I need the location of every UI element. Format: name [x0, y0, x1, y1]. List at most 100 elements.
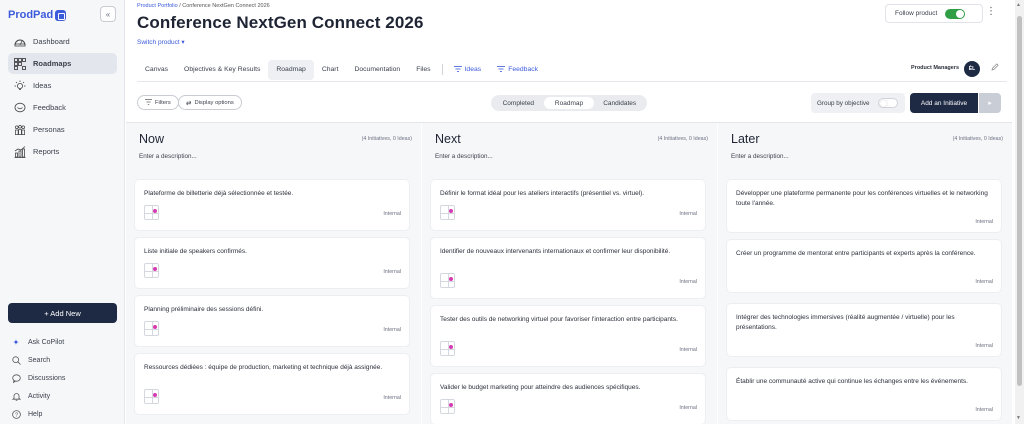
pencil-icon[interactable]	[991, 63, 999, 73]
initiative-tag: Internal	[975, 219, 993, 225]
svg-text:?: ?	[14, 412, 17, 418]
sidebar-item-label: Roadmaps	[33, 59, 72, 68]
follow-product-toggle[interactable]	[945, 8, 966, 19]
follow-product-label: Follow product	[895, 10, 938, 17]
initiative-tag: Internal	[975, 279, 993, 285]
tab-canvas[interactable]: Canvas	[137, 60, 176, 80]
bell-icon	[11, 391, 21, 401]
filters-label: Filters	[155, 99, 171, 106]
column-later: Later (4 Initiatives, 0 Ideas) Enter a d…	[718, 123, 1012, 424]
swap-arrows-icon: ⇄	[186, 99, 192, 107]
column-title[interactable]: Later	[731, 132, 760, 146]
tab-okrs[interactable]: Objectives & Key Results	[176, 60, 268, 80]
sidebar-item-reports[interactable]: Reports	[8, 141, 117, 162]
view-completed[interactable]: Completed	[493, 97, 544, 109]
dashboard-icon	[14, 36, 26, 48]
sidebar-item-help[interactable]: ? Help	[8, 405, 117, 423]
tab-feedback[interactable]: Feedback	[489, 60, 546, 80]
sidebar-item-discussions[interactable]: Discussions	[8, 369, 117, 387]
initiative-card[interactable]: Tester des outils de networking virtuel …	[431, 306, 705, 366]
follow-product-control[interactable]: Follow product	[885, 4, 983, 23]
initiative-card[interactable]: Développer une plateforme permanente pou…	[727, 180, 1001, 232]
canvas-grid-icon	[144, 263, 159, 278]
initiative-card[interactable]: Plateforme de billetterie déjà sélection…	[135, 180, 409, 230]
add-initiative-dropdown-button[interactable]: ▸	[979, 93, 1001, 113]
column-title[interactable]: Now	[139, 132, 164, 146]
initiative-card[interactable]: Liste initiale de speakers confirmés. In…	[135, 238, 409, 288]
initiative-title: Créer un programme de mentorat entre par…	[736, 250, 976, 257]
filter-lines-icon	[453, 65, 462, 74]
sidebar-item-ideas[interactable]: Ideas	[8, 75, 117, 96]
switch-product-link[interactable]: Switch product ▾	[137, 38, 185, 46]
initiative-tag: Internal	[679, 211, 697, 217]
scroll-up-icon[interactable]: ▲	[1016, 2, 1021, 8]
scroll-down-icon[interactable]: ▼	[1016, 415, 1021, 421]
initiative-card[interactable]: Définir le format idéal pour les atelier…	[431, 180, 705, 230]
initiative-title: Établir une communauté active qui contin…	[736, 378, 968, 385]
column-count: (4 Initiatives, 0 Ideas)	[361, 136, 412, 142]
initiative-card[interactable]: Créer un programme de mentorat entre par…	[727, 240, 1001, 292]
group-by-objective-control[interactable]: Group by objective	[811, 93, 905, 113]
initiative-title: Plateforme de billetterie déjà sélection…	[144, 190, 294, 197]
sidebar-item-label: Ideas	[33, 81, 52, 90]
tab-ideas[interactable]: Ideas	[446, 60, 490, 80]
filters-button[interactable]: Filters	[137, 95, 179, 110]
more-options-icon[interactable]: ⋮	[986, 6, 996, 17]
initiative-title: Ressources dédiées : équipe de productio…	[144, 364, 383, 371]
prodpad-logo[interactable]: ProdPad	[8, 9, 67, 21]
tab-files[interactable]: Files	[408, 60, 438, 80]
view-roadmap[interactable]: Roadmap	[543, 97, 595, 109]
column-description[interactable]: Enter a description...	[435, 153, 493, 160]
help-icon: ?	[11, 409, 21, 419]
breadcrumb-link-portfolio[interactable]: Product Portfolio	[137, 3, 178, 9]
column-now: Now (4 Initiatives, 0 Ideas) Enter a des…	[126, 123, 421, 424]
column-count: (4 Initiatives, 0 Ideas)	[657, 136, 708, 142]
tab-label: Feedback	[508, 66, 539, 73]
initiative-tag: Internal	[383, 269, 401, 275]
group-by-objective-toggle[interactable]	[877, 98, 898, 108]
sidebar-item-label: Search	[28, 356, 51, 364]
avatar[interactable]: ÉL	[964, 61, 980, 77]
initiative-card[interactable]: Planning préliminaire des sessions défin…	[135, 296, 409, 346]
tab-chart[interactable]: Chart	[314, 60, 347, 80]
canvas-grid-icon	[144, 389, 159, 404]
reports-icon	[14, 145, 26, 158]
column-description[interactable]: Enter a description...	[731, 153, 789, 160]
scrollbar-thumb[interactable]	[1017, 16, 1022, 386]
initiative-card[interactable]: Valider le budget marketing pour atteind…	[431, 374, 705, 424]
page-scrollbar[interactable]: ▲ ▼	[1015, 0, 1024, 424]
sidebar-item-personas[interactable]: Personas	[8, 119, 117, 140]
add-new-button[interactable]: + Add New	[8, 303, 117, 323]
column-description[interactable]: Enter a description...	[139, 153, 197, 160]
initiative-title: Intégrer des technologies immersives (ré…	[736, 314, 955, 331]
canvas-grid-icon	[144, 321, 159, 336]
display-options-label: Display options	[194, 99, 234, 106]
sidebar-item-dashboard[interactable]: Dashboard	[8, 31, 117, 52]
roadmap-icon	[14, 57, 26, 70]
group-by-objective-label: Group by objective	[817, 99, 870, 107]
sidebar-item-ask-copilot[interactable]: ✦ Ask CoPilot	[8, 333, 117, 351]
initiative-tag: Internal	[679, 405, 697, 411]
initiative-card[interactable]: Ressources dédiées : équipe de productio…	[135, 354, 409, 414]
initiative-tag: Internal	[975, 343, 993, 349]
initiative-tag: Internal	[383, 395, 401, 401]
view-candidates[interactable]: Candidates	[594, 97, 645, 109]
initiative-card[interactable]: Intégrer des technologies immersives (ré…	[727, 304, 1001, 356]
sidebar-item-search[interactable]: Search	[8, 351, 117, 369]
sidebar: ProdPad « Dashboard Roadmaps Ideas Feedb…	[0, 0, 125, 424]
tab-documentation[interactable]: Documentation	[346, 60, 408, 80]
tab-roadmap[interactable]: Roadmap	[268, 59, 314, 80]
add-initiative-button[interactable]: Add an Initiative	[910, 93, 978, 113]
sidebar-item-feedback[interactable]: Feedback	[8, 97, 117, 118]
initiative-tag: Internal	[679, 347, 697, 353]
sidebar-item-roadmaps[interactable]: Roadmaps	[8, 53, 117, 74]
canvas-grid-icon	[440, 205, 455, 220]
column-count: (4 Initiatives, 0 Ideas)	[952, 136, 1003, 142]
initiative-tag: Internal	[679, 279, 697, 285]
display-options-button[interactable]: ⇄ Display options	[178, 95, 242, 110]
initiative-card[interactable]: Identifier de nouveaux intervenants inte…	[431, 238, 705, 298]
initiative-card[interactable]: Établir une communauté active qui contin…	[727, 368, 1001, 420]
column-title[interactable]: Next	[435, 132, 461, 146]
sidebar-item-activity[interactable]: Activity	[8, 387, 117, 405]
collapse-sidebar-button[interactable]: «	[100, 6, 116, 22]
